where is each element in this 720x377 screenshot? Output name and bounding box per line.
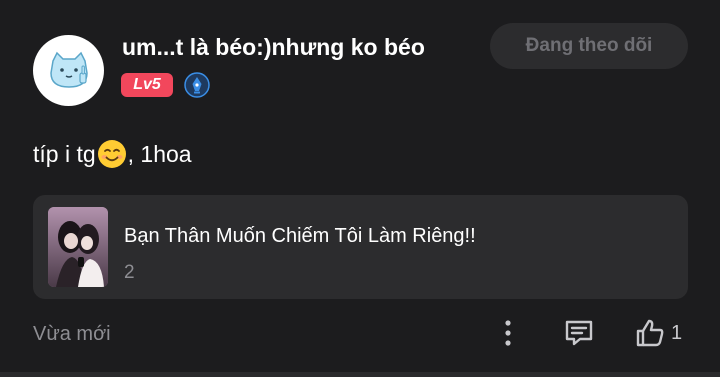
post-text: típ i tg , 1hoa [33,139,192,169]
following-button[interactable]: Đang theo dõi [490,23,688,69]
cat-avatar-icon [49,51,88,88]
smiling-face-emoji [97,140,126,168]
timestamp: Vừa mới [33,323,111,345]
username[interactable]: um...t là béo:)nhưng ko béo [122,34,425,61]
story-cover-image [48,207,108,287]
comment-button[interactable] [562,316,596,350]
story-chapter-count: 2 [124,262,135,283]
more-vertical-icon [505,320,511,346]
story-card[interactable]: Bạn Thân Muốn Chiếm Tôi Làm Riêng!! 2 [33,195,688,299]
like-button[interactable]: 1 [634,316,690,350]
comment-icon [565,320,593,346]
story-title: Bạn Thân Muốn Chiếm Tôi Làm Riêng!! [124,225,476,247]
like-count: 1 [671,321,683,344]
post-text-after: , 1hoa [127,140,192,167]
thumbs-up-icon [636,319,664,347]
more-options-button[interactable] [494,316,522,350]
divider [0,372,720,377]
verified-pen-badge-icon [184,72,210,98]
level-badge: Lv5 [121,73,173,97]
avatar[interactable] [33,35,104,106]
post-text-before: típ i tg [33,140,96,167]
post-card: um...t là béo:)nhưng ko béo Lv5 Đang the… [0,0,720,377]
